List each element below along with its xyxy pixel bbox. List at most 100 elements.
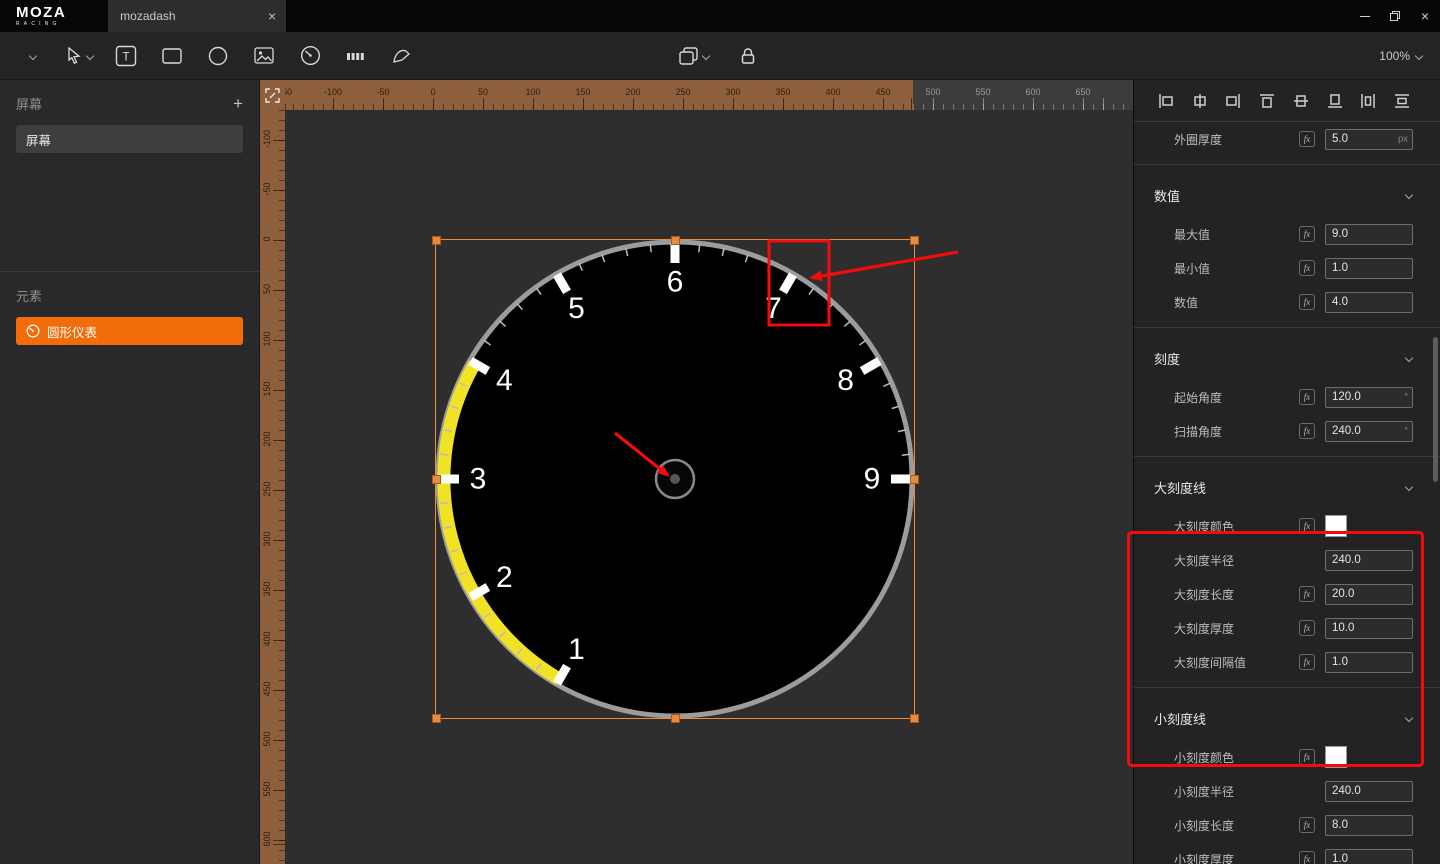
zoom-control[interactable]: 100%: [1379, 32, 1424, 80]
minimize-button[interactable]: [1350, 0, 1380, 32]
ellipse-tool-button[interactable]: [205, 43, 231, 69]
prop-input[interactable]: [1325, 257, 1413, 279]
canvas[interactable]: 1 2 3 4 5 6 7 8 9: [285, 110, 1133, 864]
rectangle-icon: [162, 47, 182, 64]
restore-icon: [1390, 11, 1400, 21]
fx-binding-button[interactable]: fx: [1299, 131, 1315, 147]
ruler-label: 50: [262, 284, 272, 295]
color-swatch[interactable]: [1325, 746, 1347, 768]
section-divider: [1134, 456, 1440, 457]
screen-list-item[interactable]: 屏幕: [16, 125, 243, 153]
layers-icon: [679, 47, 698, 65]
layers-button[interactable]: [679, 47, 711, 65]
image-tool-button[interactable]: [251, 43, 277, 69]
prop-value-slot: [1325, 549, 1413, 571]
add-screen-button[interactable]: +: [233, 95, 243, 112]
fx-binding-button[interactable]: fx: [1299, 817, 1315, 833]
prop-input[interactable]: [1325, 651, 1413, 673]
text-tool-button[interactable]: T: [113, 43, 139, 69]
fx-binding-button[interactable]: fx: [1299, 654, 1315, 670]
prop-input[interactable]: [1325, 386, 1413, 408]
curve-flag-icon: [393, 49, 410, 63]
fx-binding-button[interactable]: fx: [1299, 620, 1315, 636]
selection-handle[interactable]: [431, 713, 441, 723]
selection-handle[interactable]: [431, 474, 441, 484]
align-left-button[interactable]: [1156, 91, 1176, 111]
selection-handle[interactable]: [909, 235, 919, 245]
prop-input[interactable]: [1325, 814, 1413, 836]
prop-input[interactable]: [1325, 549, 1413, 571]
window-controls: ×: [1350, 0, 1440, 32]
prop-label: 大刻度长度: [1174, 587, 1235, 602]
toolbar-center-group: [679, 32, 761, 80]
prop-label: 扫描角度: [1174, 424, 1223, 439]
align-right-button[interactable]: [1223, 91, 1243, 111]
prop-input[interactable]: [1325, 617, 1413, 639]
align-bottom-button[interactable]: [1325, 91, 1345, 111]
fx-binding-button[interactable]: fx: [1299, 423, 1315, 439]
tab-close-icon[interactable]: ×: [268, 8, 276, 24]
selection-handle[interactable]: [670, 713, 680, 723]
fx-binding-button[interactable]: fx: [1299, 518, 1315, 534]
ruler-corner[interactable]: [260, 80, 285, 110]
prop-input[interactable]: [1325, 848, 1413, 864]
section-header-scale[interactable]: 刻度: [1134, 336, 1440, 380]
bar-meter-tool-button[interactable]: [343, 43, 369, 69]
align-middle-vertical-button[interactable]: [1291, 91, 1311, 111]
prop-value-slot: [1325, 814, 1413, 836]
prop-label: 小刻度厚度: [1174, 852, 1235, 864]
section-title: 大刻度线: [1154, 480, 1207, 496]
gauge-tool-button[interactable]: [297, 43, 323, 69]
fx-binding-button[interactable]: fx: [1299, 226, 1315, 242]
maximize-button[interactable]: [1380, 0, 1410, 32]
image-icon: [254, 47, 274, 64]
section-header-value[interactable]: 数值: [1134, 173, 1440, 217]
rectangle-tool-button[interactable]: [159, 43, 185, 69]
close-button[interactable]: ×: [1410, 0, 1440, 32]
menu-dropdown-button[interactable]: [20, 43, 46, 69]
section-header-minor-ticks[interactable]: 小刻度线: [1134, 696, 1440, 740]
prop-input[interactable]: [1325, 223, 1413, 245]
align-top-button[interactable]: [1257, 91, 1277, 111]
fx-binding-button[interactable]: fx: [1299, 586, 1315, 602]
prop-row-scale: 扫描角度 fx °: [1134, 414, 1440, 448]
ruler-label: -150: [285, 87, 293, 97]
ruler-label: 400: [262, 631, 272, 647]
fx-binding-button[interactable]: fx: [1299, 851, 1315, 864]
ruler-label: 500: [925, 87, 941, 97]
document-tab[interactable]: mozadash ×: [108, 0, 287, 32]
selection-handle[interactable]: [909, 713, 919, 723]
element-list-item-circular-gauge[interactable]: 圆形仪表: [16, 317, 243, 345]
selection-handle[interactable]: [909, 474, 919, 484]
selection-handle[interactable]: [670, 235, 680, 245]
distribute-vertical-button[interactable]: [1392, 91, 1412, 111]
prop-row-major-ticks: 大刻度厚度 fx: [1134, 611, 1440, 645]
curve-tool-button[interactable]: [389, 43, 415, 69]
circular-gauge[interactable]: 1 2 3 4 5 6 7 8 9: [435, 239, 915, 719]
chevron-down-icon: [28, 51, 38, 60]
fx-binding-button[interactable]: fx: [1299, 389, 1315, 405]
prop-label: 大刻度半径: [1174, 553, 1235, 568]
lock-button[interactable]: [735, 43, 761, 69]
fx-binding-button[interactable]: fx: [1299, 294, 1315, 310]
prop-input[interactable]: [1325, 128, 1413, 150]
prop-input[interactable]: [1325, 780, 1413, 802]
color-swatch[interactable]: [1325, 515, 1347, 537]
fx-placeholder: [1299, 783, 1315, 799]
align-center-horizontal-button[interactable]: [1190, 91, 1210, 111]
screens-header: 屏幕: [16, 97, 43, 112]
prop-value-slot: [1325, 583, 1413, 605]
ruler-label: 0: [262, 236, 272, 242]
fx-binding-button[interactable]: fx: [1299, 749, 1315, 765]
select-tool-button[interactable]: [66, 47, 95, 64]
prop-input[interactable]: [1325, 291, 1413, 313]
selection-handle[interactable]: [431, 235, 441, 245]
fx-binding-button[interactable]: fx: [1299, 260, 1315, 276]
prop-input[interactable]: [1325, 583, 1413, 605]
prop-label: 最大值: [1174, 227, 1211, 242]
prop-input[interactable]: [1325, 420, 1413, 442]
distribute-horizontal-button[interactable]: [1358, 91, 1378, 111]
left-sidebar: 屏幕 + 屏幕 元素 圆形仪表: [0, 80, 260, 864]
panel-scrollbar[interactable]: [1433, 337, 1438, 482]
section-header-major-ticks[interactable]: 大刻度线: [1134, 465, 1440, 509]
